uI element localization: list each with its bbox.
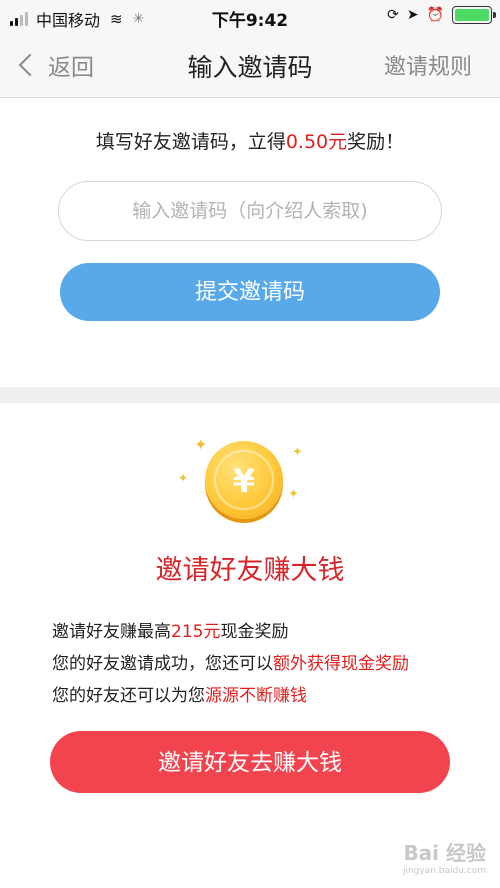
yuan-symbol: ¥ [214,450,274,510]
promo-line: 您的好友邀请成功，您还可以额外获得现金奖励 [52,648,472,680]
invite-code-section: 填写好友邀请码，立得0.50元奖励！ 提交邀请码 [0,99,500,387]
promo-line-text: 您的好友还可以为您 [52,686,205,706]
sparkle-icon: ✦ [292,445,303,460]
alarm-icon: ⏰ [426,7,444,23]
invite-rules-link[interactable]: 邀请规则 [384,49,472,81]
promo-line-highlight: 215元 [171,622,221,642]
promo-description: 邀请好友赚最高215元现金奖励 您的好友邀请成功，您还可以额外获得现金奖励 您的… [52,616,472,712]
section-divider [0,387,500,403]
submit-invite-code-button[interactable]: 提交邀请码 [60,263,440,321]
sparkle-icon: ✦ [178,471,189,485]
battery-icon [452,6,496,24]
nav-bar: 返回 输入邀请码 邀请规则 [0,34,500,98]
prompt-prefix: 填写好友邀请码，立得 [95,131,286,153]
promo-headline: 邀请好友赚大钱 [155,555,345,586]
invite-code-input[interactable] [58,181,442,241]
watermark-logo: Bai 经验 [403,841,486,865]
status-bar: 中国移动 ≋ ✳ 下午9:42 ⟳ ➤ ⏰ [0,0,500,34]
promo-line-text: 现金奖励 [220,622,289,642]
promo-line: 邀请好友赚最高215元现金奖励 [52,616,472,648]
promo-line-text: 邀请好友赚最高 [52,622,171,642]
promo-line-highlight: 额外获得现金奖励 [273,654,409,674]
promo-line-text: 您的好友邀请成功，您还可以 [52,654,273,674]
invite-friends-button[interactable]: 邀请好友去赚大钱 [50,731,450,793]
sparkle-icon: ✦ [194,435,208,454]
prompt-suffix: 奖励！ [347,131,405,153]
coin-icon: ¥ [205,441,283,519]
reward-prompt: 填写好友邀请码，立得0.50元奖励！ [0,127,500,154]
watermark: Bai 经验 jingyan.baidu.com [403,837,486,876]
reward-amount: 0.50元 [285,131,348,153]
status-right: ⟳ ➤ ⏰ [379,6,496,24]
promo-section: ✦ ✦ ✦ ✦ ¥ 邀请好友赚大钱 邀请好友赚最高215元现金奖励 您的好友邀请… [0,403,500,888]
promo-line-highlight: 源源不断赚钱 [205,686,307,706]
coin-illustration: ✦ ✦ ✦ ✦ ¥ [172,429,328,539]
sparkle-icon: ✦ [288,487,299,502]
location-icon: ➤ [406,7,419,23]
watermark-url: jingyan.baidu.com [402,866,486,876]
rotation-lock-icon: ⟳ [387,7,399,23]
promo-line: 您的好友还可以为您源源不断赚钱 [52,680,472,712]
